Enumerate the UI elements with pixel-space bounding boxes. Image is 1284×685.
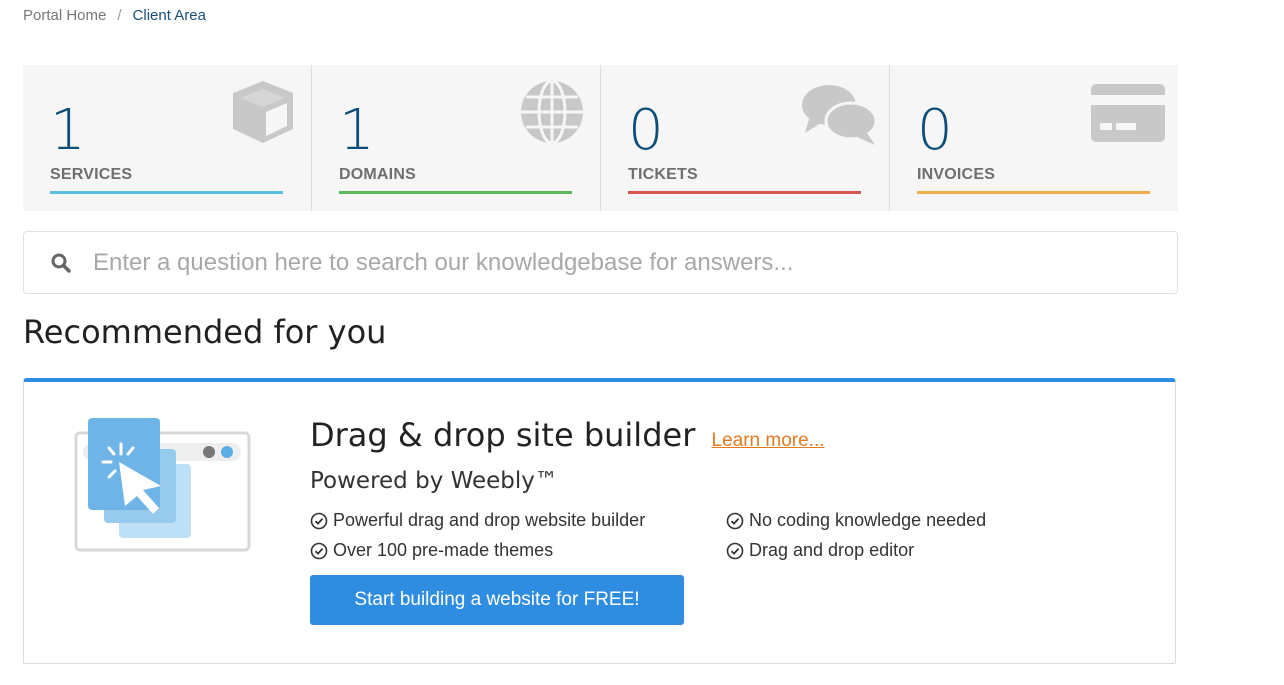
breadcrumb: Portal Home / Client Area — [23, 7, 206, 24]
tile-invoices[interactable]: 0 INVOICES — [890, 65, 1178, 211]
globe-icon — [521, 79, 583, 145]
knowledgebase-search — [23, 231, 1178, 294]
credit-card-icon — [1091, 84, 1165, 142]
card-heading: Drag & drop site builder — [310, 416, 696, 454]
invoices-bar — [917, 191, 1150, 194]
services-label: SERVICES — [50, 166, 133, 183]
services-bar — [50, 191, 283, 194]
search-icon[interactable] — [51, 253, 71, 273]
domains-count: 1 — [339, 98, 375, 163]
check-circle-icon — [726, 542, 744, 559]
invoices-label: INVOICES — [917, 166, 996, 183]
domains-label: DOMAINS — [339, 166, 416, 183]
learn-more-link[interactable]: Learn more... — [712, 430, 825, 451]
breadcrumb-separator: / — [117, 7, 122, 24]
feature-item: Over 100 pre-made themes — [310, 540, 553, 561]
feature-text: Over 100 pre-made themes — [333, 540, 554, 560]
recommended-title: Recommended for you — [23, 313, 387, 351]
stats-tiles: 1 SERVICES 1 DOMAINS 0 TICKETS 0 INVOICE… — [23, 65, 1178, 211]
feature-text: Powerful drag and drop website builder — [333, 510, 646, 530]
card-subheading: Powered by Weebly™ — [310, 468, 558, 494]
tickets-bar — [628, 191, 861, 194]
feature-item: No coding knowledge needed — [726, 510, 986, 531]
check-circle-icon — [726, 512, 744, 529]
breadcrumb-home-link[interactable]: Portal Home — [23, 7, 106, 24]
tile-domains[interactable]: 1 DOMAINS — [312, 65, 601, 211]
tile-services[interactable]: 1 SERVICES — [23, 65, 312, 211]
card-heading-row: Drag & drop site builder Learn more... — [310, 416, 825, 454]
start-building-button[interactable]: Start building a website for FREE! — [310, 575, 684, 625]
domains-bar — [339, 191, 572, 194]
services-count: 1 — [50, 98, 86, 163]
cube-icon — [233, 81, 293, 143]
search-input[interactable] — [91, 244, 1155, 282]
comments-icon — [802, 85, 877, 145]
feature-text: No coding knowledge needed — [749, 510, 987, 530]
check-circle-icon — [310, 512, 328, 529]
feature-item: Drag and drop editor — [726, 540, 914, 561]
invoices-count: 0 — [917, 98, 953, 163]
feature-item: Powerful drag and drop website builder — [310, 510, 645, 531]
tickets-count: 0 — [628, 98, 664, 163]
site-builder-card: Drag & drop site builder Learn more... P… — [23, 378, 1176, 664]
check-circle-icon — [310, 542, 328, 559]
breadcrumb-current: Client Area — [132, 7, 206, 24]
feature-text: Drag and drop editor — [749, 540, 915, 560]
site-builder-illustration — [74, 418, 251, 552]
tile-tickets[interactable]: 0 TICKETS — [601, 65, 890, 211]
tickets-label: TICKETS — [628, 166, 698, 183]
